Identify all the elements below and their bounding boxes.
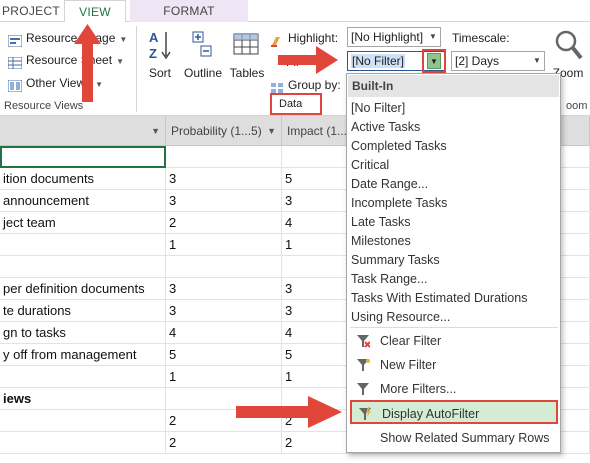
annotation-arrow-up bbox=[74, 24, 101, 102]
annotation-arrow-right-filter bbox=[278, 46, 338, 74]
annotation-overlay bbox=[74, 24, 342, 428]
annotation-arrow-right-autofilter bbox=[236, 396, 342, 428]
